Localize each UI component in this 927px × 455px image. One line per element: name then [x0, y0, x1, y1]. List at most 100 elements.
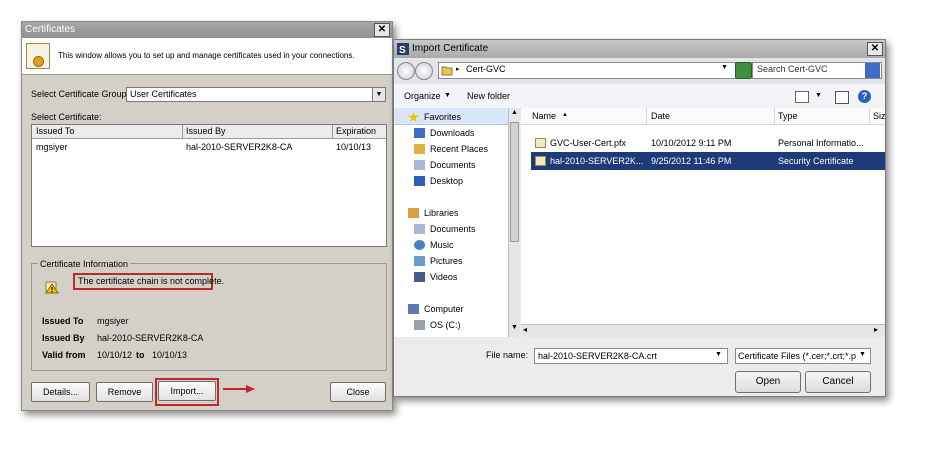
column-date[interactable]: Date: [651, 111, 670, 121]
breadcrumb-chevron: ▸: [456, 66, 460, 73]
new-folder-button[interactable]: New folder: [467, 91, 510, 101]
refresh-icon[interactable]: [735, 62, 752, 79]
help-icon[interactable]: ?: [858, 90, 871, 103]
valid-to-value: 10/10/13: [152, 350, 188, 360]
chevron-down-icon[interactable]: ▼: [721, 64, 728, 71]
certificate-group-select[interactable]: User Certificates ▼: [126, 87, 386, 102]
libraries-icon: [408, 208, 419, 218]
file-name-value: hal-2010-SERVER2K8-CA.crt: [538, 351, 657, 361]
issued-by-value: hal-2010-SERVER2K8-CA: [97, 333, 204, 343]
table-row-selected[interactable]: hal-2010-SERVER2K... 9/25/2012 11:46 PM …: [531, 152, 885, 170]
recent-places-icon: [414, 144, 425, 154]
chevron-down-icon[interactable]: ▼: [372, 88, 385, 101]
scroll-up-icon[interactable]: ▲: [510, 109, 519, 119]
import-close-icon[interactable]: ✕: [867, 42, 883, 56]
forward-icon[interactable]: [415, 62, 433, 80]
breadcrumb[interactable]: Cert-GVC: [466, 64, 506, 74]
file-type-value: Certificate Files (*.cer;*.crt;*.p: [738, 351, 857, 361]
scroll-down-icon[interactable]: ▼: [510, 324, 519, 334]
toolbar: Organize ▼ New folder ▼ ?: [394, 84, 885, 109]
computer-icon: [408, 304, 419, 314]
chevron-down-icon[interactable]: ▼: [715, 351, 722, 358]
row-issued-to: mgsiyer: [36, 142, 68, 152]
file-type: Personal Informatio...: [778, 138, 864, 148]
horizontal-scrollbar[interactable]: ◂ ▸: [521, 324, 885, 337]
certificate-information-group: Certificate Information The certificate …: [31, 259, 387, 371]
nav-scrollbar[interactable]: ▲ ▼: [508, 108, 520, 337]
file-name-label: File name:: [486, 350, 529, 360]
column-issued-by[interactable]: Issued By: [186, 126, 226, 136]
view-chevron-icon[interactable]: ▼: [815, 92, 822, 99]
file-type-select[interactable]: Certificate Files (*.cer;*.crt;*.p ▼: [735, 348, 871, 364]
column-size[interactable]: Siz: [873, 111, 886, 121]
import-title: Import Certificate: [412, 43, 489, 54]
import-button[interactable]: Import...: [158, 381, 216, 401]
pictures-icon: [414, 256, 425, 266]
column-type[interactable]: Type: [778, 111, 798, 121]
navigation-pane[interactable]: Favorites Downloads Recent Places Docume…: [394, 108, 520, 337]
open-button[interactable]: Open: [735, 371, 801, 393]
issued-to-label: Issued To: [42, 316, 84, 326]
row-issued-by: hal-2010-SERVER2K8-CA: [186, 142, 293, 152]
organize-chevron-icon[interactable]: ▼: [444, 92, 451, 99]
certificate-list-header: Issued To Issued By Expiration: [32, 125, 386, 139]
back-icon[interactable]: [397, 62, 415, 80]
app-icon: S: [397, 43, 409, 55]
certificates-window: Certificates ✕ This window allows you to…: [21, 21, 393, 411]
file-name: GVC-User-Cert.pfx: [550, 138, 627, 148]
view-icon[interactable]: [795, 91, 809, 103]
file-dialog-footer: File name: hal-2010-SERVER2K8-CA.crt ▼ C…: [394, 337, 885, 396]
file-list-header: Name ▲ Date Type Siz: [521, 108, 886, 125]
navigation-bar: ▸ Cert-GVC ▼ Search Cert-GVC: [394, 58, 885, 84]
info-banner: This window allows you to set up and man…: [22, 38, 392, 75]
close-button[interactable]: Close: [330, 382, 386, 402]
valid-from-value: 10/10/12: [97, 350, 133, 360]
documents-icon: [414, 160, 425, 170]
import-highlight: Import...: [155, 378, 219, 406]
column-issued-to[interactable]: Issued To: [36, 126, 74, 136]
certificate-list[interactable]: Issued To Issued By Expiration mgsiyer h…: [31, 124, 387, 247]
column-name[interactable]: Name: [532, 111, 556, 121]
pfx-file-icon: [535, 138, 546, 148]
organize-button[interactable]: Organize: [404, 91, 441, 101]
nav-scroll-thumb[interactable]: [510, 122, 519, 242]
certificates-close-icon[interactable]: ✕: [374, 23, 390, 37]
documents-icon: [414, 224, 425, 234]
preview-pane-icon[interactable]: [835, 91, 849, 104]
videos-icon: [414, 272, 425, 282]
info-text: This window allows you to set up and man…: [58, 51, 355, 60]
valid-to-label: to: [136, 350, 145, 360]
import-titlebar: S Import Certificate ✕: [394, 40, 885, 58]
file-name-field[interactable]: hal-2010-SERVER2K8-CA.crt ▼: [534, 348, 728, 364]
search-icon[interactable]: [865, 63, 880, 78]
row-expiration: 10/10/13: [336, 142, 372, 152]
certificates-titlebar: Certificates ✕: [22, 22, 392, 38]
svg-text:S: S: [399, 45, 406, 55]
scroll-right-icon[interactable]: ▸: [874, 325, 878, 334]
chevron-down-icon[interactable]: ▼: [859, 351, 866, 358]
issued-by-label: Issued By: [42, 333, 85, 343]
folder-icon: [441, 66, 453, 76]
import-certificate-window: S Import Certificate ✕ ▸ Cert-GVC ▼ Sear…: [393, 39, 886, 397]
remove-button[interactable]: Remove: [96, 382, 153, 402]
certificates-title: Certificates: [25, 24, 76, 35]
file-list[interactable]: Name ▲ Date Type Siz GVC-User-Cert.pfx 1…: [521, 108, 886, 337]
column-expiration[interactable]: Expiration: [336, 126, 376, 136]
scroll-left-icon[interactable]: ◂: [523, 325, 527, 334]
table-row[interactable]: mgsiyer hal-2010-SERVER2K8-CA 10/10/13: [32, 140, 386, 154]
certificate-group-value: User Certificates: [130, 89, 197, 99]
issued-to-value: mgsiyer: [97, 316, 129, 326]
search-placeholder: Search Cert-GVC: [757, 64, 828, 74]
warning-highlight: The certificate chain is not complete.: [73, 273, 224, 290]
details-button[interactable]: Details...: [31, 382, 90, 402]
file-date: 10/10/2012 9:11 PM: [651, 138, 732, 148]
cancel-button[interactable]: Cancel: [805, 371, 871, 393]
table-row[interactable]: GVC-User-Cert.pfx 10/10/2012 9:11 PM Per…: [531, 134, 885, 152]
certificate-icon: [26, 43, 50, 69]
search-input[interactable]: Search Cert-GVC: [752, 62, 882, 79]
drive-icon: [414, 320, 425, 330]
file-type: Security Certificate: [778, 156, 854, 166]
certificate-file-icon: [535, 156, 546, 166]
address-bar[interactable]: ▸ Cert-GVC ▼: [438, 62, 743, 79]
downloads-icon: [414, 128, 425, 138]
